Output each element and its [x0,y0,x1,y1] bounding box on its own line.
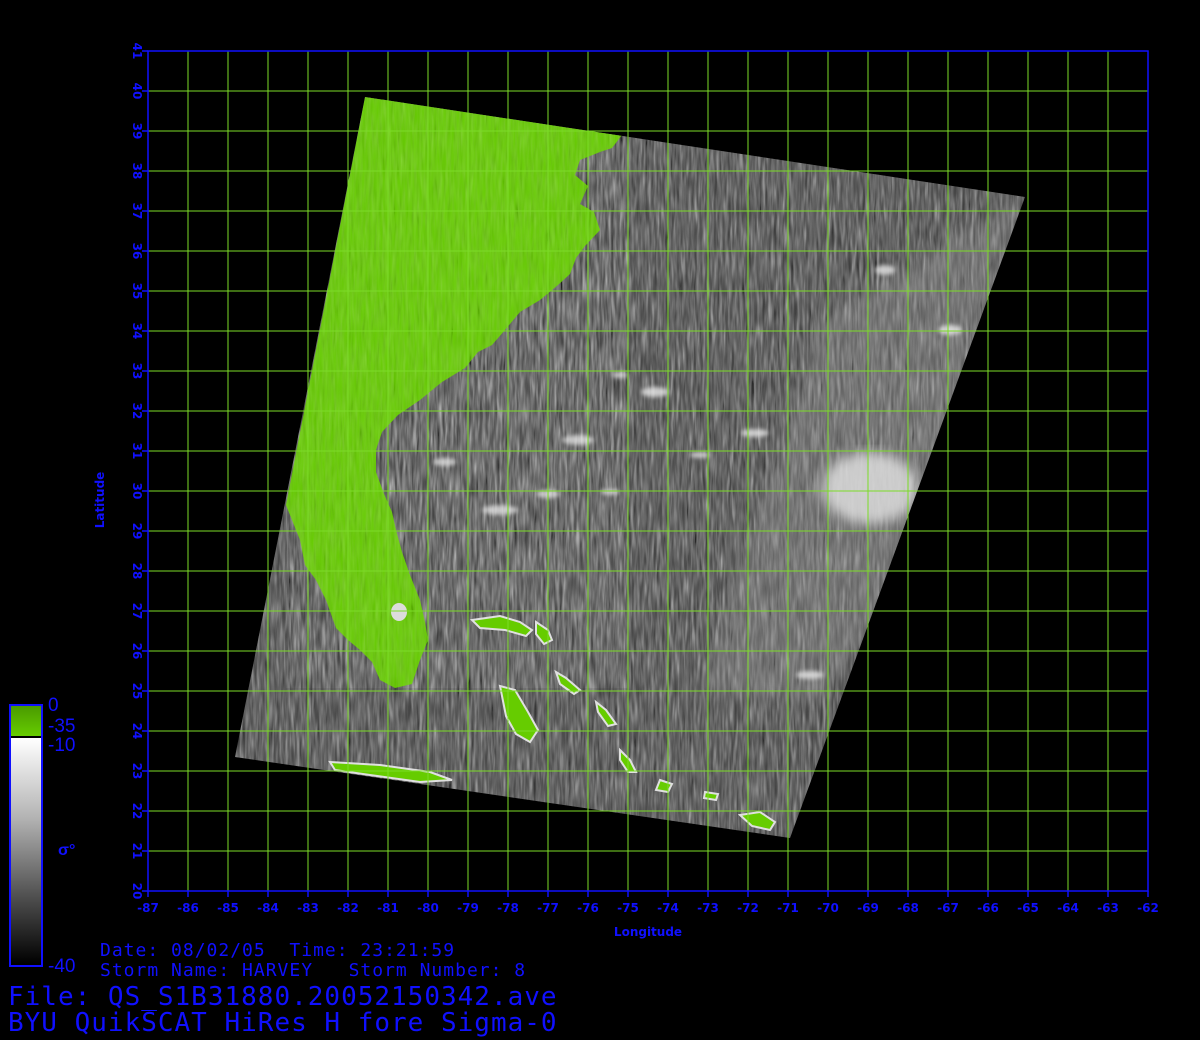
lake-okeechobee [391,603,407,621]
y-axis-title: Latitude [93,472,107,529]
colorbar-sigma-symbol: σ° [58,842,76,859]
x-tick-label: -77 [537,901,559,915]
x-tick-label: -68 [897,901,919,915]
x-tick-label: -81 [377,901,399,915]
x-tick-label: -84 [257,901,279,915]
y-tick-label: 31 [130,443,144,460]
sigma0-map: -87 -86 -85 -84 -83 -82 -81 -80 -79 -78 -77 -76 -75 -… [9,43,1159,967]
x-tick-label: -69 [857,901,879,915]
y-tick-label: 40 [130,83,144,100]
y-tick-label: 27 [130,603,144,620]
x-tick-label: -85 [217,901,239,915]
storm-bright-patch [822,452,918,524]
y-tick-label: 29 [130,523,144,540]
y-tick-label: 22 [130,803,144,820]
x-tick-label: -67 [937,901,959,915]
x-tick-label: -82 [337,901,359,915]
y-tick-label: 28 [130,563,144,580]
x-tick-label: -80 [417,901,439,915]
storm-info-line: Storm Name: HARVEY Storm Number: 8 [100,960,527,981]
x-tick-label: -83 [297,901,319,915]
y-tick-label: 35 [130,283,144,300]
y-tick-label: 20 [130,883,144,900]
x-tick-label: -76 [577,901,599,915]
x-tick-label: -87 [137,901,159,915]
x-tick-label: -70 [817,901,839,915]
y-tick-label: 36 [130,243,144,260]
y-tick-label: 23 [130,763,144,780]
colorbar-sigma-segment [11,738,41,964]
y-tick-label: 39 [130,123,144,140]
swath-image [235,97,1025,838]
y-tick-label: 24 [130,723,144,740]
x-tick-label: -73 [697,901,719,915]
x-axis-title: Longitude [614,925,682,939]
y-tick-label: 34 [130,323,144,340]
colorbar-sigma-bottom-label: -40 [48,956,76,977]
y-tick-label: 21 [130,843,144,860]
x-tick-label: -64 [1057,901,1079,915]
x-tick-label: -71 [777,901,799,915]
colorbar [9,704,43,967]
date-time-line: Date: 08/02/05 Time: 23:21:59 [100,940,456,961]
x-tick-label: -78 [497,901,519,915]
y-tick-label: 25 [130,683,144,700]
colorbar-land-bottom-label: -35 [48,716,76,737]
colorbar-land-top-label: 0 [48,695,59,716]
colorbar-land-segment [11,706,41,736]
y-tick-label: 38 [130,163,144,180]
x-tick-label: -65 [1017,901,1039,915]
y-tick-label: 41 [130,43,144,60]
x-tick-label: -74 [657,901,679,915]
y-tick-label: 33 [130,363,144,380]
x-tick-label: -72 [737,901,759,915]
x-tick-label: -63 [1097,901,1119,915]
y-tick-label: 26 [130,643,144,660]
colorbar-sigma-top-label: -10 [48,735,76,756]
product-title-line: BYU QuikSCAT HiRes H fore Sigma-0 [8,1008,558,1038]
x-tick-label: -86 [177,901,199,915]
y-tick-label: 37 [130,203,144,220]
x-tick-label: -75 [617,901,639,915]
y-tick-label: 32 [130,403,144,420]
x-tick-label: -79 [457,901,479,915]
x-tick-label: -62 [1137,901,1159,915]
file-name-line: File: QS_S1B31880.20052150342.ave [8,982,558,1012]
y-tick-label: 30 [130,483,144,500]
x-tick-label: -66 [977,901,999,915]
